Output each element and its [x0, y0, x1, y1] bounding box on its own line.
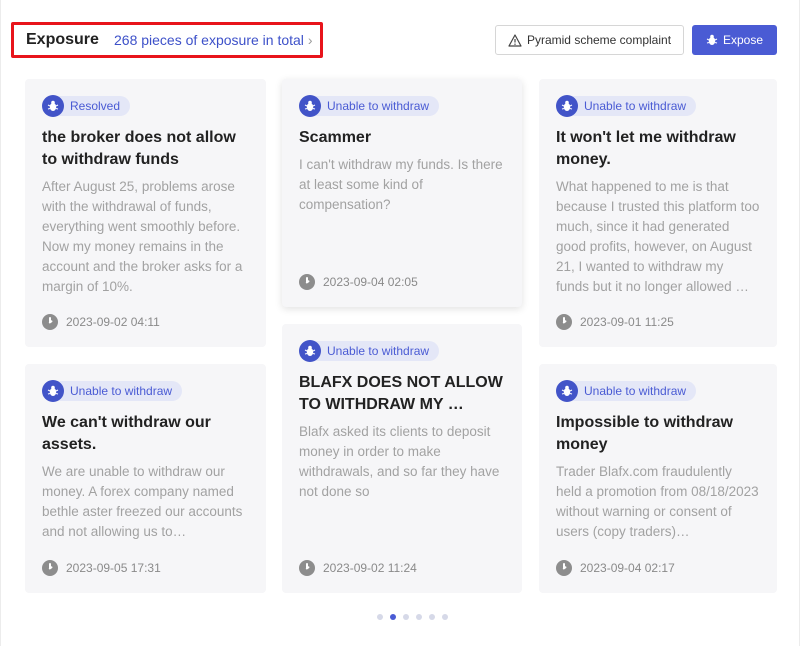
card-tag-label: Unable to withdraw	[54, 381, 183, 401]
card-date-text: 2023-09-04 02:05	[323, 275, 418, 289]
card-title: Impossible to withdraw money	[556, 414, 733, 453]
card-date: 2023-09-01 11:25	[556, 314, 674, 330]
exposure-card[interactable]: Unable to withdraw BLAFX DOES NOT ALLOW …	[282, 324, 522, 593]
bug-icon	[556, 95, 578, 117]
warning-icon	[508, 33, 522, 47]
exposure-card[interactable]: Unable to withdraw We can't withdraw our…	[25, 364, 266, 593]
card-date: 2023-09-04 02:05	[299, 274, 418, 290]
bug-icon	[299, 340, 321, 362]
exposure-card[interactable]: Unable to withdraw Impossible to withdra…	[539, 364, 777, 593]
card-date: 2023-09-02 11:24	[299, 560, 417, 576]
card-text: I can't withdraw my funds. Is there at l…	[299, 157, 503, 212]
card-date-text: 2023-09-02 04:11	[66, 315, 160, 329]
pagination-dot[interactable]	[377, 614, 383, 620]
card-title: We can't withdraw our assets.	[42, 414, 211, 453]
card-tag-label: Resolved	[54, 96, 131, 116]
clock-icon	[299, 560, 315, 576]
card-text: Trader Blafx.com fraudulently held a pro…	[556, 464, 759, 539]
card-date: 2023-09-05 17:31	[42, 560, 161, 576]
card-tag: Resolved	[42, 95, 249, 117]
card-text: After August 25, problems arose with the…	[42, 179, 243, 294]
exposure-count-text: 268 pieces of exposure in total	[114, 32, 304, 48]
card-text: Blafx asked its clients to deposit money…	[299, 424, 500, 499]
card-tag-label: Unable to withdraw	[311, 341, 440, 361]
card-text: What happened to me is that because I tr…	[556, 179, 760, 294]
bug-icon	[42, 95, 64, 117]
exposure-card[interactable]: Unable to withdraw It won't let me withd…	[539, 79, 777, 347]
clock-icon	[42, 560, 58, 576]
pagination-dot[interactable]	[429, 614, 435, 620]
bug-icon	[706, 34, 718, 45]
card-tag-label: Unable to withdraw	[311, 96, 440, 116]
bug-icon	[42, 380, 64, 402]
chevron-right-icon: ›	[307, 32, 313, 48]
card-title: the broker does not allow to withdraw fu…	[42, 129, 236, 168]
pagination-dot[interactable]	[442, 614, 448, 620]
card-date-text: 2023-09-05 17:31	[66, 561, 161, 575]
clock-icon	[556, 314, 572, 330]
card-title: BLAFX DOES NOT ALLOW TO WITHDRAW MY …	[299, 374, 503, 413]
pagination-dot[interactable]	[403, 614, 409, 620]
section-title: Exposure	[26, 31, 99, 48]
card-tag: Unable to withdraw	[299, 340, 505, 362]
card-date: 2023-09-02 04:11	[42, 314, 160, 330]
card-date: 2023-09-04 02:17	[556, 560, 675, 576]
expose-button[interactable]: Expose	[692, 25, 777, 55]
pagination-dots	[377, 614, 448, 620]
exposure-panel: Exposure 268 pieces of exposure in total…	[0, 0, 800, 646]
expose-button-label: Expose	[722, 33, 764, 47]
card-title: Scammer	[299, 129, 372, 146]
card-date-text: 2023-09-04 02:17	[580, 561, 675, 575]
complaint-button-label: Pyramid scheme complaint	[526, 33, 672, 47]
clock-icon	[299, 274, 315, 290]
card-date-text: 2023-09-02 11:24	[323, 561, 417, 575]
card-tag-label: Unable to withdraw	[568, 381, 697, 401]
pagination-dot[interactable]	[416, 614, 422, 620]
pyramid-complaint-button[interactable]: Pyramid scheme complaint	[495, 25, 684, 55]
card-tag: Unable to withdraw	[556, 380, 760, 402]
card-title: It won't let me withdraw money.	[556, 129, 736, 168]
card-date-text: 2023-09-01 11:25	[580, 315, 674, 329]
card-tag: Unable to withdraw	[42, 380, 249, 402]
bug-icon	[299, 95, 321, 117]
exposure-card[interactable]: Resolved the broker does not allow to wi…	[25, 79, 266, 347]
card-tag: Unable to withdraw	[556, 95, 760, 117]
card-tag: Unable to withdraw	[299, 95, 505, 117]
pagination-dot[interactable]	[390, 614, 396, 620]
exposure-count-link[interactable]: 268 pieces of exposure in total ›	[114, 32, 313, 48]
exposure-card[interactable]: Unable to withdraw Scammer I can't withd…	[282, 79, 522, 307]
bug-icon	[556, 380, 578, 402]
card-tag-label: Unable to withdraw	[568, 96, 697, 116]
clock-icon	[556, 560, 572, 576]
card-text: We are unable to withdraw our money. A f…	[42, 464, 243, 539]
clock-icon	[42, 314, 58, 330]
